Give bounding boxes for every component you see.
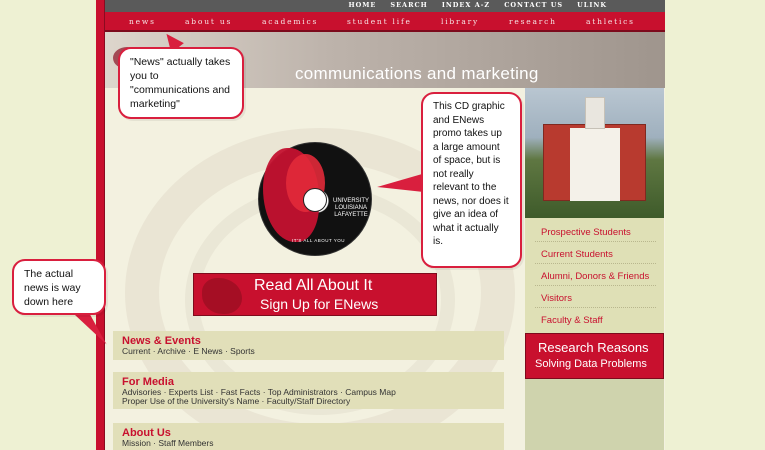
- top-link-home[interactable]: HOME: [348, 1, 376, 9]
- research-banner-line-1: Research Reasons: [538, 340, 649, 355]
- right-column-lower: [525, 379, 664, 450]
- top-link-search[interactable]: SEARCH: [390, 1, 427, 9]
- cd-brand-line-1: UNIVERSITY: [333, 198, 370, 204]
- top-link-contact-us[interactable]: CONTACT US: [504, 1, 563, 9]
- top-link-ulink[interactable]: ULINK: [577, 1, 607, 9]
- news-events-links[interactable]: Current · Archive · E News · Sports: [122, 346, 255, 356]
- main-navigation-bar: news about us academics student life lib…: [105, 12, 665, 32]
- nav-item-athletics[interactable]: athletics: [586, 17, 635, 26]
- research-reasons-banner[interactable]: Research Reasons Solving Data Problems: [525, 333, 664, 379]
- section-banner-title: communications and marketing: [295, 64, 539, 83]
- nav-item-academics[interactable]: academics: [262, 17, 318, 26]
- cd-brand-line-3: LAFAYETTE: [334, 212, 368, 218]
- annotation-cd-callout: This CD graphic and ENews promo takes up…: [421, 92, 522, 268]
- nav-item-about-us[interactable]: about us: [185, 17, 232, 26]
- audience-link-alumni-donors-friends[interactable]: Alumni, Donors & Friends: [541, 271, 649, 282]
- for-media-block: For Media Advisories · Experts List · Fa…: [113, 372, 504, 409]
- annotation-news-callout: "News" actually takes you to "communicat…: [118, 47, 244, 119]
- audience-link-faculty-staff[interactable]: Faculty & Staff: [541, 315, 603, 326]
- cd-brand-text: UNIVERSITY LOUISIANA LAFAYETTE: [333, 198, 369, 219]
- news-events-block: News & Events Current · Archive · E News…: [113, 331, 504, 360]
- about-us-block: About Us Mission · Staff Members: [113, 423, 504, 450]
- building-cupola: [585, 97, 605, 129]
- cd-brand-line-2: LOUISIANA: [334, 205, 367, 211]
- audience-links-panel: Prospective Students Current Students Al…: [525, 218, 664, 333]
- top-link-index-az[interactable]: INDEX A-Z: [442, 1, 490, 9]
- audience-link-visitors[interactable]: Visitors: [541, 293, 572, 304]
- for-media-links-line-2[interactable]: Proper Use of the University's Name · Fa…: [122, 396, 350, 406]
- left-red-rail: [96, 0, 105, 450]
- enews-promo-line-1: Read All About It: [254, 277, 373, 294]
- building-portico: [570, 128, 620, 201]
- top-utility-bar: HOME SEARCH INDEX A-Z CONTACT US ULINK: [105, 0, 665, 12]
- audience-link-prospective-students[interactable]: Prospective Students: [541, 227, 631, 238]
- audience-divider: [535, 285, 656, 286]
- audience-divider: [535, 307, 656, 308]
- research-banner-line-2: Solving Data Problems: [535, 358, 647, 370]
- cd-center-hole: [303, 188, 327, 212]
- about-us-links[interactable]: Mission · Staff Members: [122, 438, 213, 448]
- nav-item-research[interactable]: research: [509, 17, 557, 26]
- cd-tagline: IT'S ALL ABOUT YOU: [292, 238, 346, 243]
- top-utility-links: HOME SEARCH INDEX A-Z CONTACT US ULINK: [348, 1, 607, 9]
- audience-divider: [535, 241, 656, 242]
- fleur-de-lis-icon: [202, 278, 242, 314]
- nav-item-news[interactable]: news: [129, 17, 156, 26]
- audience-divider: [535, 263, 656, 264]
- campus-building-photo: [525, 88, 664, 218]
- enews-promo-button[interactable]: Read All About It Sign Up for ENews: [193, 273, 437, 316]
- audience-link-current-students[interactable]: Current Students: [541, 249, 613, 260]
- nav-item-library[interactable]: library: [441, 17, 479, 26]
- nav-item-student-life[interactable]: student life: [347, 17, 412, 26]
- enews-promo-line-2: Sign Up for ENews: [260, 296, 379, 312]
- annotation-actual-news-callout: The actual news is way down here: [12, 259, 106, 315]
